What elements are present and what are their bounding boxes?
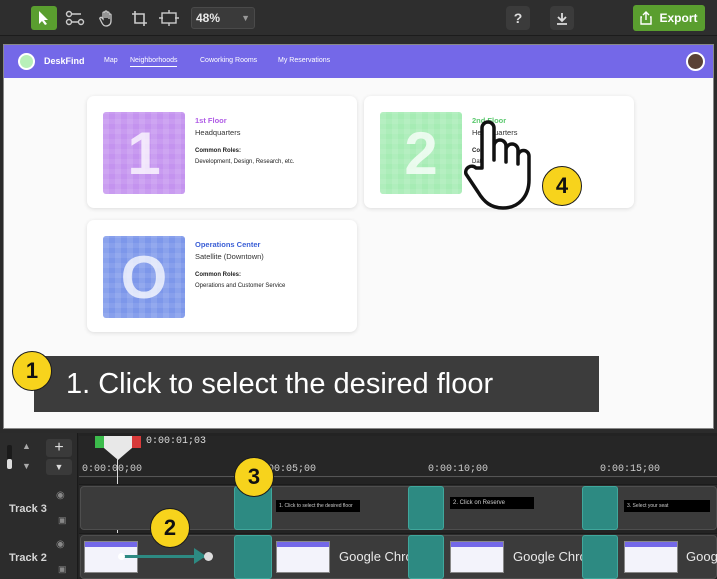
app-navbar: DeskFind Map Neighborhoods Coworking Roo… [4,45,713,78]
nav-map[interactable]: Map [104,57,118,64]
transition-clip[interactable] [408,486,444,530]
nav-neighborhoods[interactable]: Neighborhoods [130,57,178,67]
track-2-label[interactable]: Track 2 [9,552,47,564]
card-subtitle: Headquarters [195,128,241,137]
playhead-pointer-icon [104,448,132,460]
floor-card-operations[interactable]: O Operations Center Satellite (Downtown)… [87,220,357,332]
caption-callout[interactable]: 1. Click to select the desired floor [34,356,599,412]
floor-tile-1: 1 [103,112,185,194]
eye-icon[interactable]: ◉ [56,539,65,550]
transition-clip[interactable] [234,535,272,579]
track-headers: ▲ ▼ + ▼ Track 3 ◉ ▣ Track 2 ◉ ▣ [0,433,78,579]
export-label: Export [659,11,698,25]
download-icon [557,12,567,25]
eye-icon[interactable]: ◉ [56,490,65,501]
pan-tool-button[interactable] [94,6,120,30]
collapse-tracks-button[interactable]: ▼ [46,459,72,475]
clip-thumbnail [624,541,678,573]
zoom-slider-track[interactable] [7,445,12,469]
callout-badge-4: 4 [542,166,582,206]
floor-tile-operations: O [103,236,185,318]
zoom-value: 48% [196,11,221,25]
hand-icon [99,9,112,27]
download-button[interactable] [550,6,574,30]
deskfind-logo-icon [18,53,35,70]
cursor-path-end[interactable] [204,552,213,561]
app-brand: DeskFind [44,56,85,66]
help-button[interactable]: ? [506,6,530,30]
playhead-time: 0:00:01;03 [146,436,207,447]
floor-tile-2: 2 [380,112,462,194]
zoom-in-icon[interactable]: ▲ [22,441,31,451]
clip-thumbnail [276,541,330,573]
nav-my-reservations[interactable]: My Reservations [278,57,330,64]
ruler-baseline [79,476,717,477]
path-tool-button[interactable] [62,6,88,30]
callout-badge-2: 2 [150,508,190,548]
ruler-tick-10: 0:00:10;00 [428,464,489,475]
playhead-head[interactable] [104,436,132,448]
hand-cursor-icon [463,120,531,210]
card-roles: Operations and Customer Service [195,283,286,289]
share-icon [640,11,653,25]
transition-clip[interactable] [582,535,618,579]
floor-card-1[interactable]: 1 1st Floor Headquarters Common Roles: D… [87,96,357,208]
card-title: 1st Floor [195,116,227,125]
track-2-clip-label: Google Chror [339,549,418,564]
callout-badge-3: 3 [234,457,274,497]
editor-toolbar: 48% ▼ ? Export [0,0,717,36]
track-3-caption-clip[interactable]: 1. Click to select the desired floor [276,500,360,512]
clip-thumbnail [450,541,504,573]
zoom-slider-handle[interactable] [7,459,12,469]
select-tool-button[interactable] [31,6,57,30]
transition-clip[interactable] [408,535,444,579]
add-track-button[interactable]: + [46,439,72,457]
export-button[interactable]: Export [633,5,705,31]
path-icon [65,10,85,26]
pointer-icon [39,11,48,25]
lock-icon[interactable]: ▣ [58,515,67,526]
chevron-down-icon: ▼ [241,13,250,23]
callout-badge-1: 1 [12,351,52,391]
nav-coworking-rooms[interactable]: Coworking Rooms [200,57,257,64]
card-subtitle: Satellite (Downtown) [195,252,264,261]
fit-tool-button[interactable] [156,6,182,30]
cursor-path-start[interactable] [118,553,125,560]
track-2-clip-label: Google Chror [513,549,592,564]
track-2-clip-label: Google Chror [686,549,717,564]
ruler-tick-15: 0:00:15;00 [600,464,661,475]
track-3-caption-clip[interactable]: 3. Select your seat [624,500,710,512]
card-roles-label: Common Roles: [195,148,242,154]
crop-tool-button[interactable] [126,6,152,30]
card-title: Operations Center [195,240,261,249]
user-avatar[interactable] [686,52,705,71]
lock-icon[interactable]: ▣ [58,564,67,575]
card-roles: Development, Design, Research, etc. [195,159,295,165]
help-icon: ? [513,10,523,26]
zoom-select[interactable]: 48% ▼ [191,7,255,29]
transition-clip[interactable] [582,486,618,530]
track-3-caption-clip[interactable]: 2. Click on Reserve [450,497,534,509]
ruler-tick-0: 0:00:00;00 [82,464,143,475]
fit-icon [159,10,179,26]
card-roles-label: Common Roles: [195,272,242,278]
track-3-label[interactable]: Track 3 [9,503,47,515]
zoom-out-icon[interactable]: ▼ [22,461,31,471]
caption-text: 1. Click to select the desired floor [66,368,494,400]
crop-icon [131,10,147,26]
